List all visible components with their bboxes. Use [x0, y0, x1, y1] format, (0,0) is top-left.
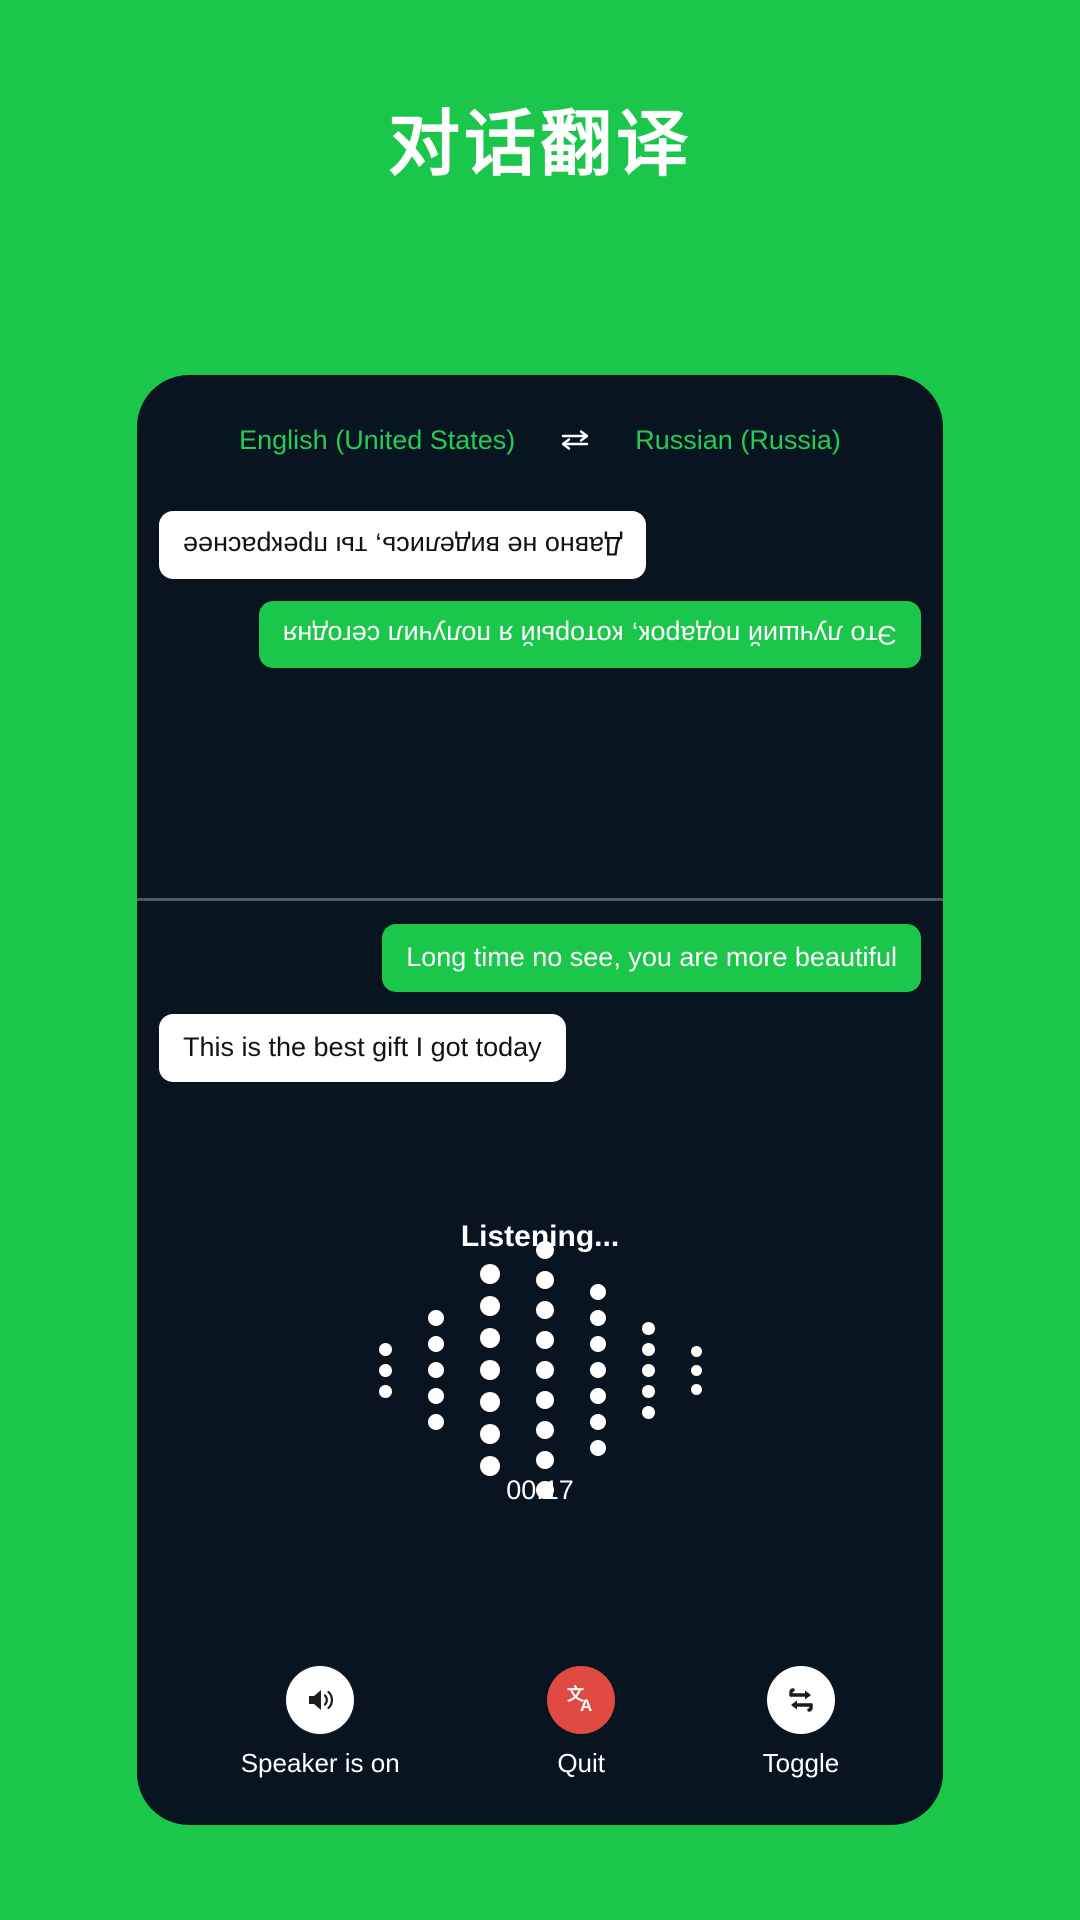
audio-waveform-visualizer — [137, 1241, 943, 1499]
waveform-dot — [535, 1391, 554, 1409]
waveform-dot — [641, 1342, 655, 1356]
quit-label: Quit — [557, 1748, 605, 1778]
message-bubble[interactable]: Это лучший подарок, который я получил се… — [258, 600, 921, 669]
waveform-dot — [378, 1384, 392, 1398]
waveform-dot — [690, 1383, 702, 1395]
quit-button[interactable]: 文 A Quit — [547, 1666, 616, 1779]
waveform-dot — [427, 1336, 444, 1352]
waveform-dot — [427, 1414, 444, 1430]
speaker-toggle-button[interactable]: Speaker is on — [241, 1666, 400, 1779]
waveform-column — [690, 1342, 702, 1399]
waveform-dot — [535, 1241, 554, 1259]
waveform-dot — [641, 1384, 655, 1398]
waveform-dot — [427, 1388, 444, 1404]
toggle-label: Toggle — [762, 1748, 840, 1778]
waveform-dot — [690, 1364, 702, 1376]
conversation-panel-bottom: Long time no see, you are more beautiful… — [137, 902, 943, 1202]
app-screen: 对话翻译 English (United States) Russian (Ru… — [0, 0, 1080, 1920]
phone-card: English (United States) Russian (Russia)… — [137, 375, 943, 1825]
page-title: 对话翻译 — [387, 102, 692, 186]
waveform-dot — [589, 1388, 606, 1404]
message-row: Long time no see, you are more beautiful — [159, 924, 921, 992]
message-row: Это лучший подарок, который я получил се… — [159, 600, 921, 669]
recording-timer: 00:17 — [506, 1475, 574, 1505]
waveform-dot — [479, 1424, 500, 1444]
waveform-column — [589, 1279, 606, 1461]
target-language-label[interactable]: Russian (Russia) — [635, 425, 841, 456]
speaker-on-icon[interactable] — [286, 1666, 355, 1734]
waveform-dot — [641, 1405, 655, 1419]
waveform-dot — [690, 1345, 702, 1357]
waveform-dot — [479, 1328, 500, 1348]
waveform-dot — [479, 1456, 500, 1476]
waveform-dot — [479, 1360, 500, 1380]
language-bar: English (United States) Russian (Russia) — [137, 405, 943, 475]
waveform-column — [378, 1339, 392, 1402]
waveform-dot — [535, 1361, 554, 1379]
waveform-dot — [589, 1440, 606, 1456]
waveform-column — [641, 1318, 655, 1423]
waveform-dot — [589, 1362, 606, 1378]
message-bubble[interactable]: Long time no see, you are more beautiful — [382, 924, 921, 992]
waveform-dot — [479, 1264, 500, 1284]
waveform-column — [479, 1258, 500, 1482]
waveform-dot — [641, 1363, 655, 1377]
conversation-panel-top: Это лучший подарок, который я получил се… — [137, 475, 943, 895]
waveform-dot — [589, 1414, 606, 1430]
waveform-dot — [427, 1310, 444, 1326]
waveform-column — [427, 1305, 444, 1435]
waveform-dot — [378, 1342, 392, 1356]
waveform-dot — [589, 1284, 606, 1300]
waveform-dot — [535, 1301, 554, 1319]
message-row: Давно не виделись, ты прекраснее — [159, 511, 921, 579]
message-bubble[interactable]: This is the best gift I got today — [159, 1013, 566, 1082]
waveform-dot — [589, 1336, 606, 1352]
source-language-label[interactable]: English (United States) — [239, 425, 515, 456]
control-bar: Speaker is on 文 A Quit Toggle — [137, 1666, 943, 1779]
message-bubble[interactable]: Давно не виделись, ты прекраснее — [159, 511, 647, 579]
repeat-toggle-icon[interactable] — [766, 1666, 835, 1734]
waveform-dot — [589, 1310, 606, 1326]
panel-divider — [137, 898, 943, 901]
waveform-dot — [535, 1271, 554, 1289]
waveform-dot — [535, 1421, 554, 1439]
speaker-toggle-label: Speaker is on — [240, 1748, 400, 1778]
toggle-button[interactable]: Toggle — [762, 1666, 840, 1779]
translate-icon[interactable]: 文 A — [547, 1666, 616, 1734]
waveform-dot — [479, 1392, 500, 1412]
waveform-dot — [378, 1363, 392, 1377]
waveform-dot — [535, 1451, 554, 1469]
message-row: This is the best gift I got today — [159, 1013, 921, 1082]
waveform-dot — [479, 1296, 500, 1316]
swap-arrows-icon[interactable] — [555, 428, 595, 452]
waveform-dot — [641, 1321, 655, 1335]
svg-text:A: A — [580, 1696, 592, 1715]
waveform-dot — [427, 1362, 444, 1378]
waveform-dot — [535, 1331, 554, 1349]
waveform-column — [535, 1235, 554, 1505]
